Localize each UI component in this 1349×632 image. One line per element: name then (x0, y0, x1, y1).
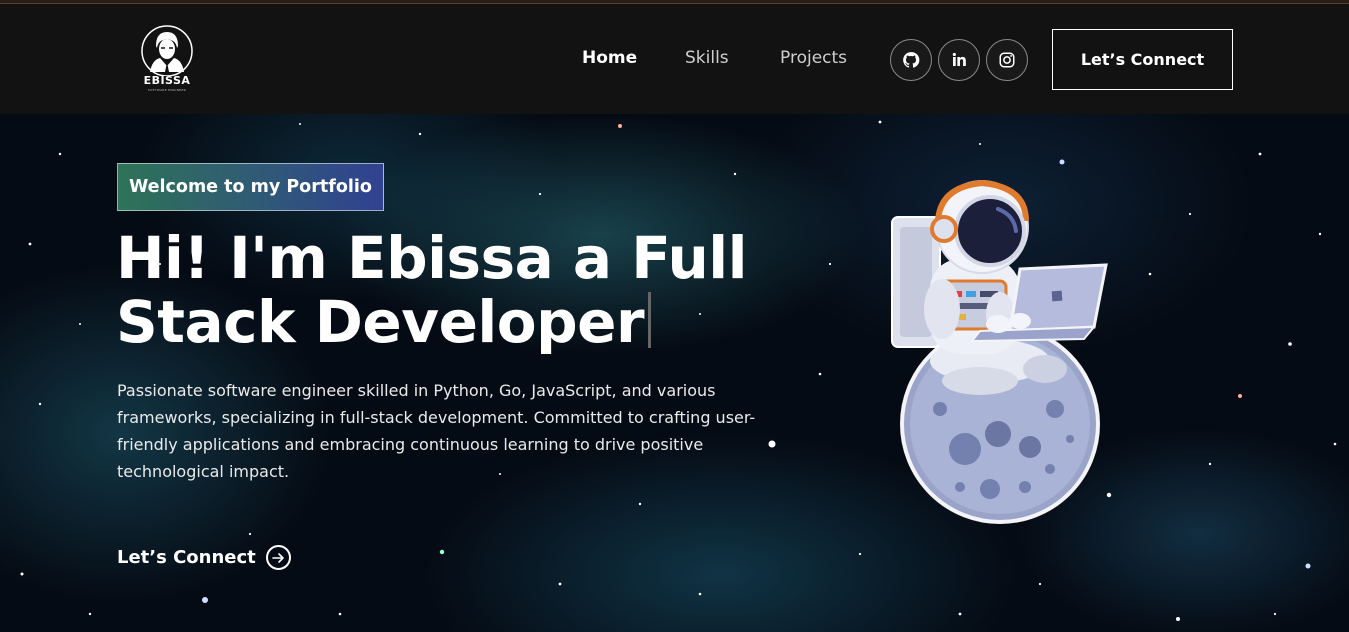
navbar: EBISSA SOFTWARE ENGINEER Home Skills Pro… (0, 4, 1349, 114)
logo[interactable]: EBISSA SOFTWARE ENGINEER (136, 24, 198, 100)
hero-connect-label: Let’s Connect (117, 547, 256, 568)
hero-description: Passionate software engineer skilled in … (117, 381, 756, 481)
typing-cursor (648, 292, 652, 348)
nav-connect-button[interactable]: Let’s Connect (1052, 29, 1233, 90)
headline-line-2: Stack Developer (116, 288, 645, 356)
hero-headline: Hi! I'm Ebissa a Full Stack Developer (116, 226, 776, 354)
hero-connect-button[interactable]: Let’s Connect (117, 545, 291, 570)
github-icon (903, 52, 920, 68)
arrow-right-circle-icon (265, 545, 291, 570)
instagram-link[interactable] (986, 39, 1028, 81)
nav-projects[interactable]: Projects (780, 48, 847, 68)
logo-icon (141, 25, 193, 76)
astronaut-illustration (891, 179, 1108, 524)
logo-subtitle: SOFTWARE ENGINEER (147, 88, 187, 92)
linkedin-link[interactable] (938, 39, 980, 81)
instagram-icon (999, 52, 1015, 68)
github-link[interactable] (890, 39, 932, 81)
linkedin-icon (952, 52, 966, 66)
nav-skills[interactable]: Skills (685, 48, 729, 68)
welcome-tagline: Welcome to my Portfolio (117, 163, 384, 211)
nav-home[interactable]: Home (582, 48, 637, 68)
headline-line-1: Hi! I'm Ebissa a Full (116, 224, 748, 292)
logo-text: EBISSA (143, 74, 191, 87)
hero-section: Welcome to my Portfolio Hi! I'm Ebissa a… (0, 114, 1349, 632)
